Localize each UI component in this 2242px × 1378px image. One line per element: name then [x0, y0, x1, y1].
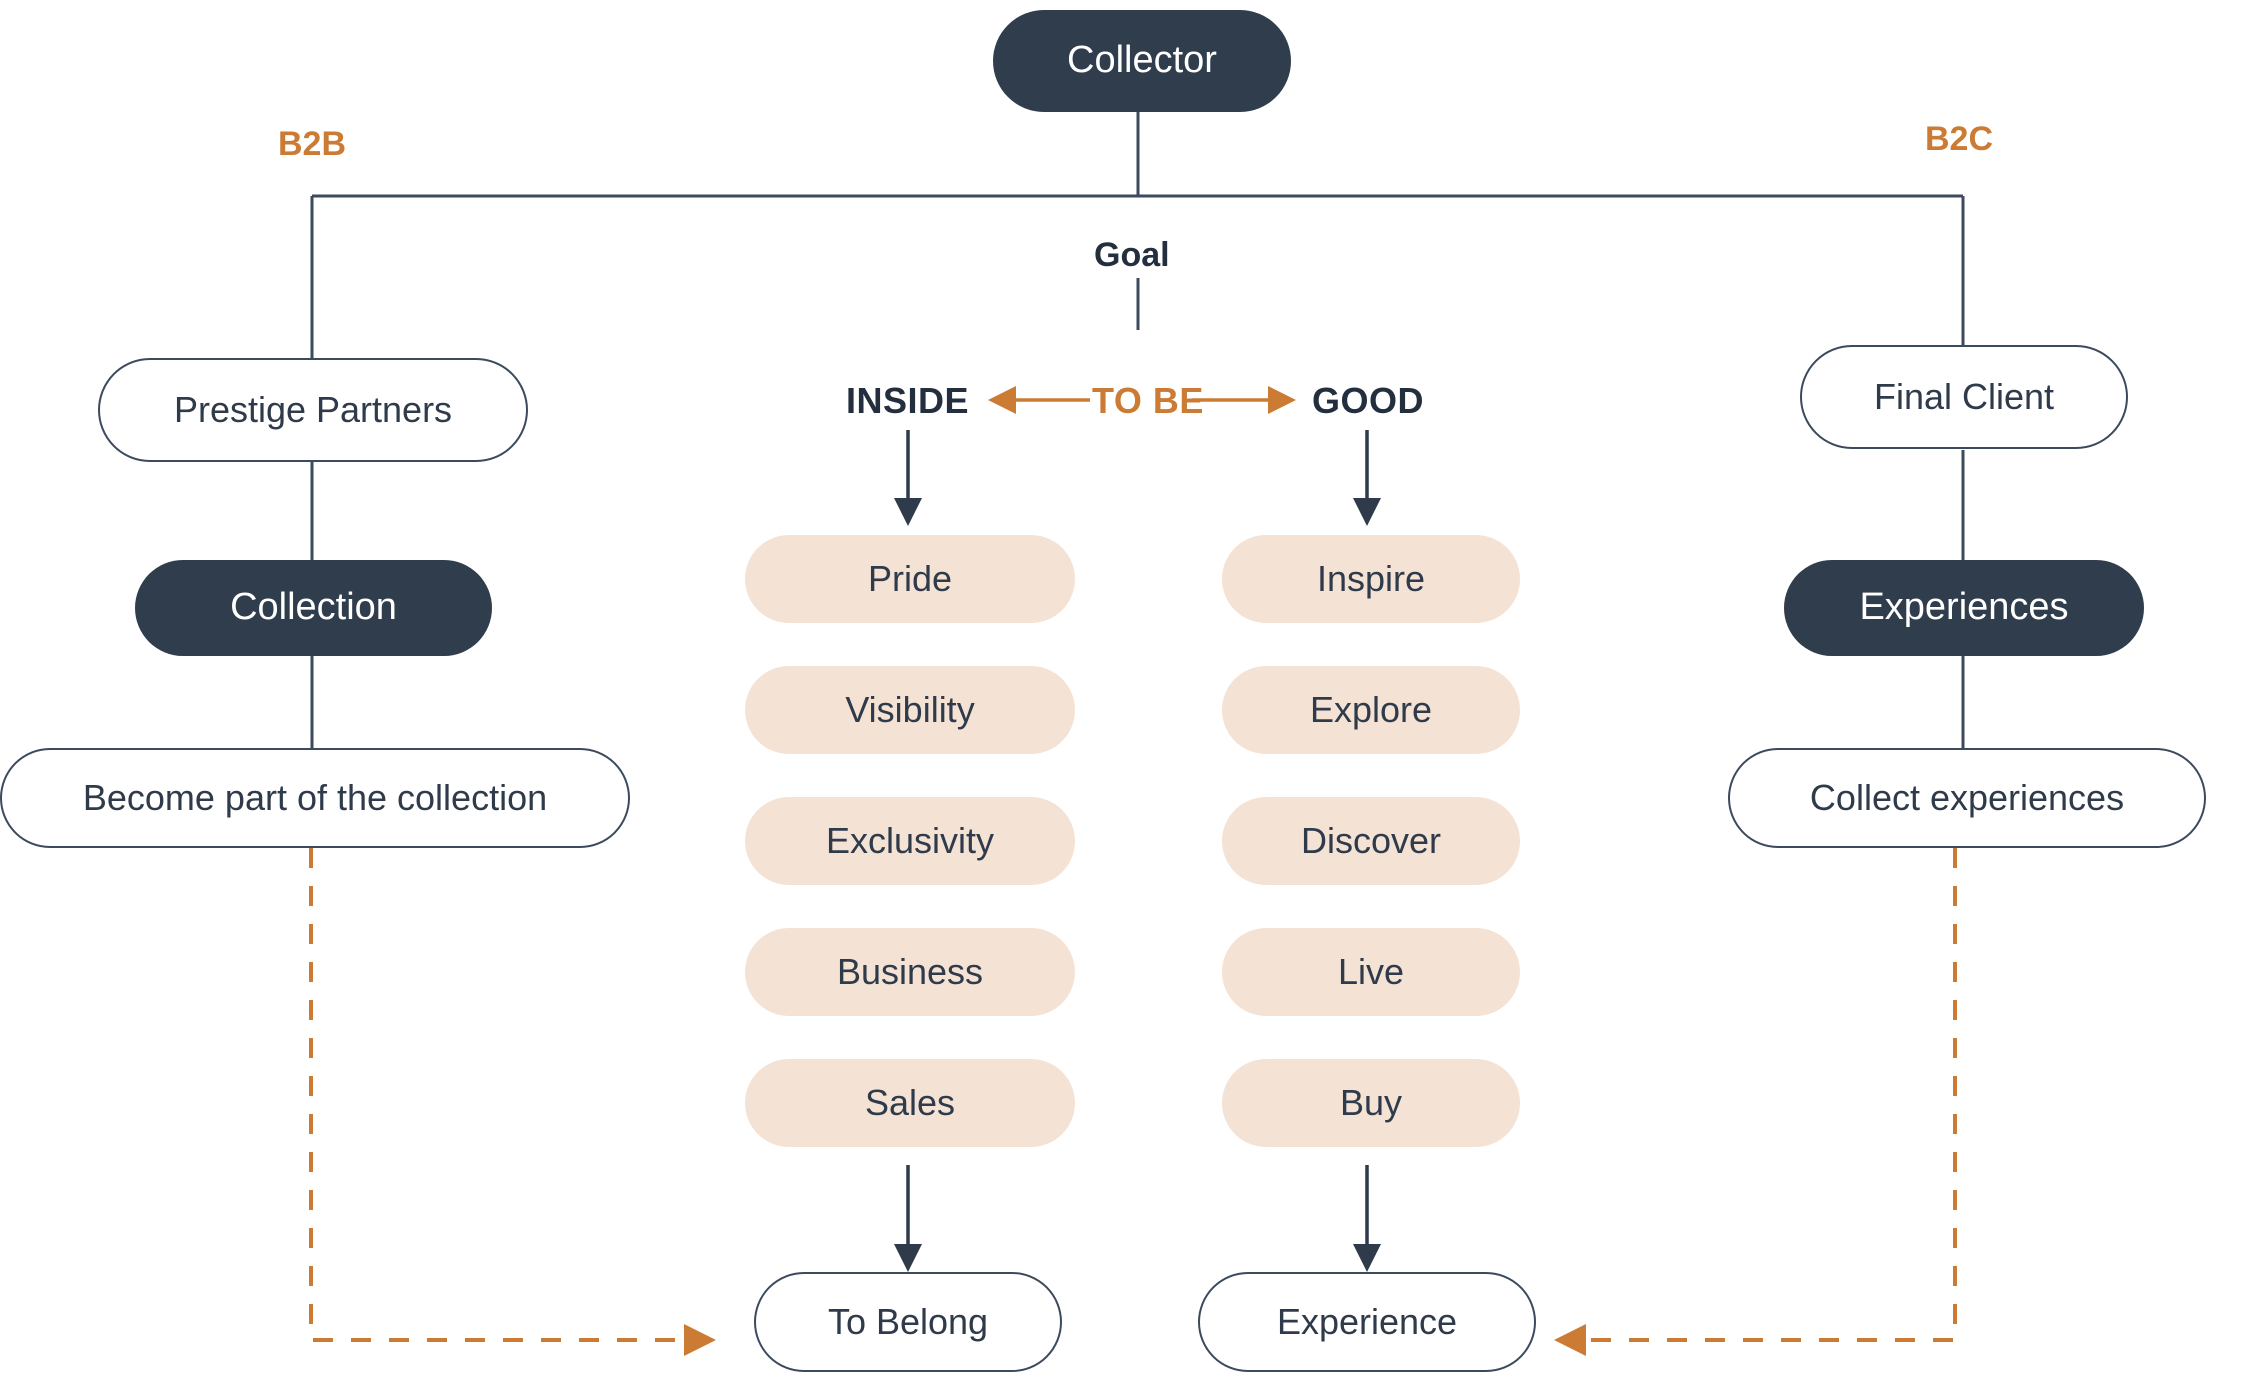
label-b2c: B2C [1925, 120, 1994, 158]
node-to-belong-label: To Belong [827, 1301, 989, 1343]
node-collect-experiences[interactable]: Collect experiences [1728, 748, 2206, 848]
node-collect-experiences-label: Collect experiences [1809, 777, 2125, 819]
pill-inside-3-label: Business [836, 951, 984, 993]
pill-inside-2-label: Exclusivity [825, 820, 995, 862]
pill-good-4[interactable]: Buy [1222, 1059, 1520, 1147]
node-experiences[interactable]: Experiences [1784, 560, 2144, 656]
pill-good-3-label: Live [1337, 951, 1405, 993]
pill-good-1[interactable]: Explore [1222, 666, 1520, 754]
node-collection-label: Collection [230, 586, 397, 629]
pill-inside-0-label: Pride [867, 558, 953, 600]
connector-layer [309, 112, 1965, 1356]
node-become-part-of-the-collection[interactable]: Become part of the collection [0, 748, 630, 848]
label-b2b: B2B [278, 125, 347, 163]
pill-good-3[interactable]: Live [1222, 928, 1520, 1016]
node-to-belong[interactable]: To Belong [754, 1272, 1062, 1372]
node-final-client[interactable]: Final Client [1800, 345, 2128, 449]
node-become-part-label: Become part of the collection [82, 777, 548, 819]
edge-dashed-b2b-to-belong [309, 848, 716, 1356]
pill-good-2[interactable]: Discover [1222, 797, 1520, 885]
diagram-canvas: Collector B2B B2C Goal INSIDE TO BE GOOD… [0, 0, 2242, 1378]
node-prestige-partners-label: Prestige Partners [173, 389, 453, 431]
node-prestige-partners[interactable]: Prestige Partners [98, 358, 528, 462]
node-final-client-label: Final Client [1873, 376, 2055, 418]
pill-good-0-label: Inspire [1316, 558, 1426, 600]
pill-good-2-label: Discover [1300, 820, 1442, 862]
pill-inside-4-label: Sales [864, 1082, 956, 1124]
edge-dashed-b2c-to-experience [1554, 848, 1957, 1356]
label-goal: Goal [1094, 236, 1170, 274]
pill-good-0[interactable]: Inspire [1222, 535, 1520, 623]
node-collector[interactable]: Collector [993, 10, 1291, 112]
pill-good-4-label: Buy [1339, 1082, 1403, 1124]
pill-inside-0[interactable]: Pride [745, 535, 1075, 623]
node-collection[interactable]: Collection [135, 560, 492, 656]
pill-inside-2[interactable]: Exclusivity [745, 797, 1075, 885]
pill-inside-1[interactable]: Visibility [745, 666, 1075, 754]
label-good: GOOD [1312, 380, 1425, 421]
node-experiences-label: Experiences [1859, 586, 2069, 629]
label-to-be: TO BE [1092, 380, 1204, 421]
node-experience[interactable]: Experience [1198, 1272, 1536, 1372]
pill-inside-4[interactable]: Sales [745, 1059, 1075, 1147]
node-experience-label: Experience [1276, 1301, 1458, 1343]
node-collector-label: Collector [1067, 39, 1217, 82]
pill-inside-3[interactable]: Business [745, 928, 1075, 1016]
pill-good-1-label: Explore [1309, 689, 1433, 731]
label-inside: INSIDE [846, 380, 970, 421]
pill-inside-1-label: Visibility [845, 689, 975, 731]
